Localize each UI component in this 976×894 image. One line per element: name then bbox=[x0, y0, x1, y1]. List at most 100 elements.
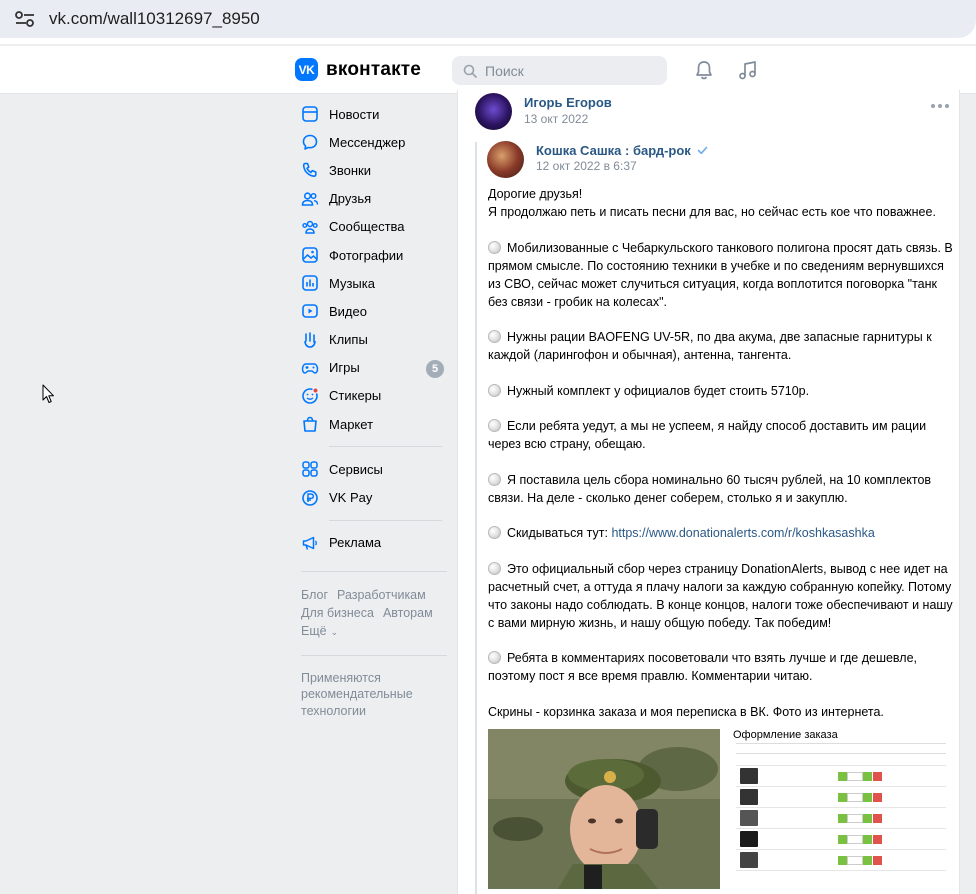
bullet-icon bbox=[488, 330, 501, 343]
url-text[interactable]: vk.com/wall10312697_8950 bbox=[49, 9, 260, 29]
repost-author[interactable]: Кошка Сашка : бард-рок bbox=[536, 143, 708, 158]
friends-icon bbox=[301, 190, 319, 208]
order-table bbox=[736, 743, 946, 871]
games-icon bbox=[301, 359, 319, 377]
post-paragraph: Нужный комплект у официалов будет стоить… bbox=[488, 382, 958, 400]
quantity-stepper bbox=[838, 813, 882, 823]
footer-link-developers[interactable]: Разработчикам bbox=[337, 588, 426, 602]
sidebar-item-news[interactable]: Новости bbox=[301, 100, 447, 128]
more-options-icon[interactable] bbox=[931, 104, 949, 110]
bullet-icon bbox=[488, 240, 501, 254]
sidebar-item-market[interactable]: Маркет bbox=[301, 410, 447, 438]
post-paragraph: Нужны рации BAOFENG UV-5R, по два акума,… bbox=[488, 328, 958, 364]
sidebar-item-label: Маркет bbox=[329, 416, 374, 432]
search-icon bbox=[463, 64, 477, 78]
sidebar-item-label: Звонки bbox=[329, 162, 371, 178]
post-paragraph-text: Нужны рации BAOFENG UV-5R, по два акума,… bbox=[488, 330, 932, 362]
repost-date[interactable]: 12 окт 2022 в 6:37 bbox=[536, 159, 637, 173]
messenger-icon bbox=[301, 133, 319, 151]
verified-icon bbox=[697, 146, 708, 155]
sidebar-item-video[interactable]: Видео bbox=[301, 297, 447, 325]
sidebar-item-photos[interactable]: Фотографии bbox=[301, 241, 447, 269]
search-input[interactable]: Поиск bbox=[452, 56, 667, 85]
order-row bbox=[736, 754, 946, 766]
footer-link-blog[interactable]: Блог bbox=[301, 588, 328, 602]
vk-header: VK вконтакте Поиск bbox=[0, 46, 976, 94]
post-photo-soldier[interactable] bbox=[488, 729, 720, 889]
post-date[interactable]: 13 окт 2022 bbox=[524, 112, 588, 126]
product-thumbnail bbox=[740, 810, 758, 826]
sidebar-item-label: Стикеры bbox=[329, 388, 382, 404]
post-paragraph-text: Если ребята уедут, а мы не успеем, я най… bbox=[488, 419, 927, 451]
bullet-icon bbox=[488, 651, 501, 664]
post-paragraph: Я поставила цель сбора номинально 60 тыс… bbox=[488, 471, 958, 507]
post-photo-order[interactable]: Оформление заказа bbox=[733, 729, 948, 889]
footer-link-business[interactable]: Для бизнеса bbox=[301, 606, 374, 620]
quantity-stepper bbox=[838, 834, 882, 844]
vk-logo-text: вконтакте bbox=[326, 58, 422, 80]
photos-icon bbox=[301, 246, 319, 264]
footer-more-label: Ещё bbox=[301, 623, 327, 638]
sidebar-item-services[interactable]: Сервисы bbox=[301, 455, 447, 483]
vkpay-icon bbox=[301, 489, 319, 507]
repost-divider bbox=[475, 142, 477, 894]
footer-link-authors[interactable]: Авторам bbox=[383, 606, 433, 620]
services-icon bbox=[301, 460, 319, 478]
post-paragraph: Дорогие друзья! bbox=[488, 187, 583, 201]
post-paragraph-text: Мобилизованные с Чебаркульского танковог… bbox=[488, 240, 953, 309]
post-paragraph: Ребята в комментариях посоветовали что в… bbox=[488, 649, 958, 685]
sidebar-item-label: Сообщества bbox=[329, 219, 405, 235]
donation-link[interactable]: https://www.donationalerts.com/r/koshkas… bbox=[611, 526, 874, 540]
bullet-icon bbox=[488, 472, 501, 486]
site-settings-icon[interactable] bbox=[14, 10, 36, 28]
sidebar-divider bbox=[301, 654, 447, 656]
author-avatar[interactable] bbox=[475, 93, 512, 130]
bullet-icon bbox=[488, 419, 501, 432]
post-paragraph-text: Ребята в комментариях посоветовали что в… bbox=[488, 651, 917, 683]
post-paragraph: Скидываться тут: https://www.donationale… bbox=[488, 524, 958, 542]
sidebar-item-games[interactable]: Игры 5 bbox=[301, 354, 447, 382]
browser-toolbar: vk.com/wall10312697_8950 bbox=[0, 0, 976, 44]
product-thumbnail bbox=[740, 831, 758, 847]
sidebar-item-label: Сервисы bbox=[329, 461, 383, 477]
search-placeholder: Поиск bbox=[485, 62, 524, 79]
repost-author-name: Кошка Сашка : бард-рок bbox=[536, 143, 691, 158]
order-row bbox=[736, 787, 946, 808]
footer-link-more[interactable]: Ещё ⌄ bbox=[301, 624, 347, 638]
sidebar-item-messenger[interactable]: Мессенджер bbox=[301, 128, 447, 156]
author-name[interactable]: Игорь Егоров bbox=[524, 95, 612, 110]
sidebar-item-phone[interactable]: Звонки bbox=[301, 156, 447, 184]
sidebar-item-label: Друзья bbox=[329, 191, 372, 207]
post-paragraph-text: Это официальный сбор через страницу Dona… bbox=[488, 561, 953, 630]
address-bar[interactable]: vk.com/wall10312697_8950 bbox=[0, 0, 976, 38]
sidebar-footer-links: Блог Разработчикам Для бизнеса Авторам Ещё… bbox=[301, 586, 447, 641]
sidebar-item-ads[interactable]: Реклама bbox=[301, 529, 447, 557]
sidebar-item-music[interactable]: Музыка bbox=[301, 269, 447, 297]
music-icon[interactable] bbox=[737, 59, 759, 81]
sidebar-item-communities[interactable]: Сообщества bbox=[301, 213, 447, 241]
post-paragraph-text: Я поставила цель сбора номинально 60 тыс… bbox=[488, 472, 932, 505]
left-sidebar: Новости Мессенджер Звонки Друзья Сообщества Ф… bbox=[301, 100, 447, 719]
video-icon bbox=[301, 302, 319, 320]
order-row bbox=[736, 829, 946, 850]
post-card: Игорь Егоров 13 окт 2022 Кошка Сашка : б… bbox=[457, 90, 960, 894]
sidebar-item-label: Игры bbox=[329, 360, 360, 376]
sidebar-item-label: Мессенджер bbox=[329, 134, 406, 150]
post-paragraph: Если ребята уедут, а мы не успеем, я най… bbox=[488, 417, 958, 453]
product-thumbnail bbox=[740, 789, 758, 805]
bell-icon[interactable] bbox=[693, 59, 715, 81]
post-paragraph-text: Скидываться тут: bbox=[507, 526, 612, 540]
sidebar-item-clips[interactable]: Клипы bbox=[301, 326, 447, 354]
sidebar-item-label: Видео bbox=[329, 303, 367, 319]
bullet-icon bbox=[488, 561, 501, 575]
vk-logo[interactable]: VK вконтакте bbox=[295, 58, 421, 81]
communities-icon bbox=[301, 218, 319, 236]
market-icon bbox=[301, 415, 319, 433]
sidebar-item-stickers[interactable]: Стикеры bbox=[301, 382, 447, 410]
bullet-icon bbox=[488, 526, 501, 539]
sidebar-item-friends[interactable]: Друзья bbox=[301, 185, 447, 213]
product-thumbnail bbox=[740, 768, 758, 784]
repost-author-avatar[interactable] bbox=[487, 141, 524, 178]
recommendation-notice[interactable]: Применяются рекомендательные технологии bbox=[301, 670, 426, 720]
sidebar-item-vkpay[interactable]: VK Pay bbox=[301, 483, 447, 511]
